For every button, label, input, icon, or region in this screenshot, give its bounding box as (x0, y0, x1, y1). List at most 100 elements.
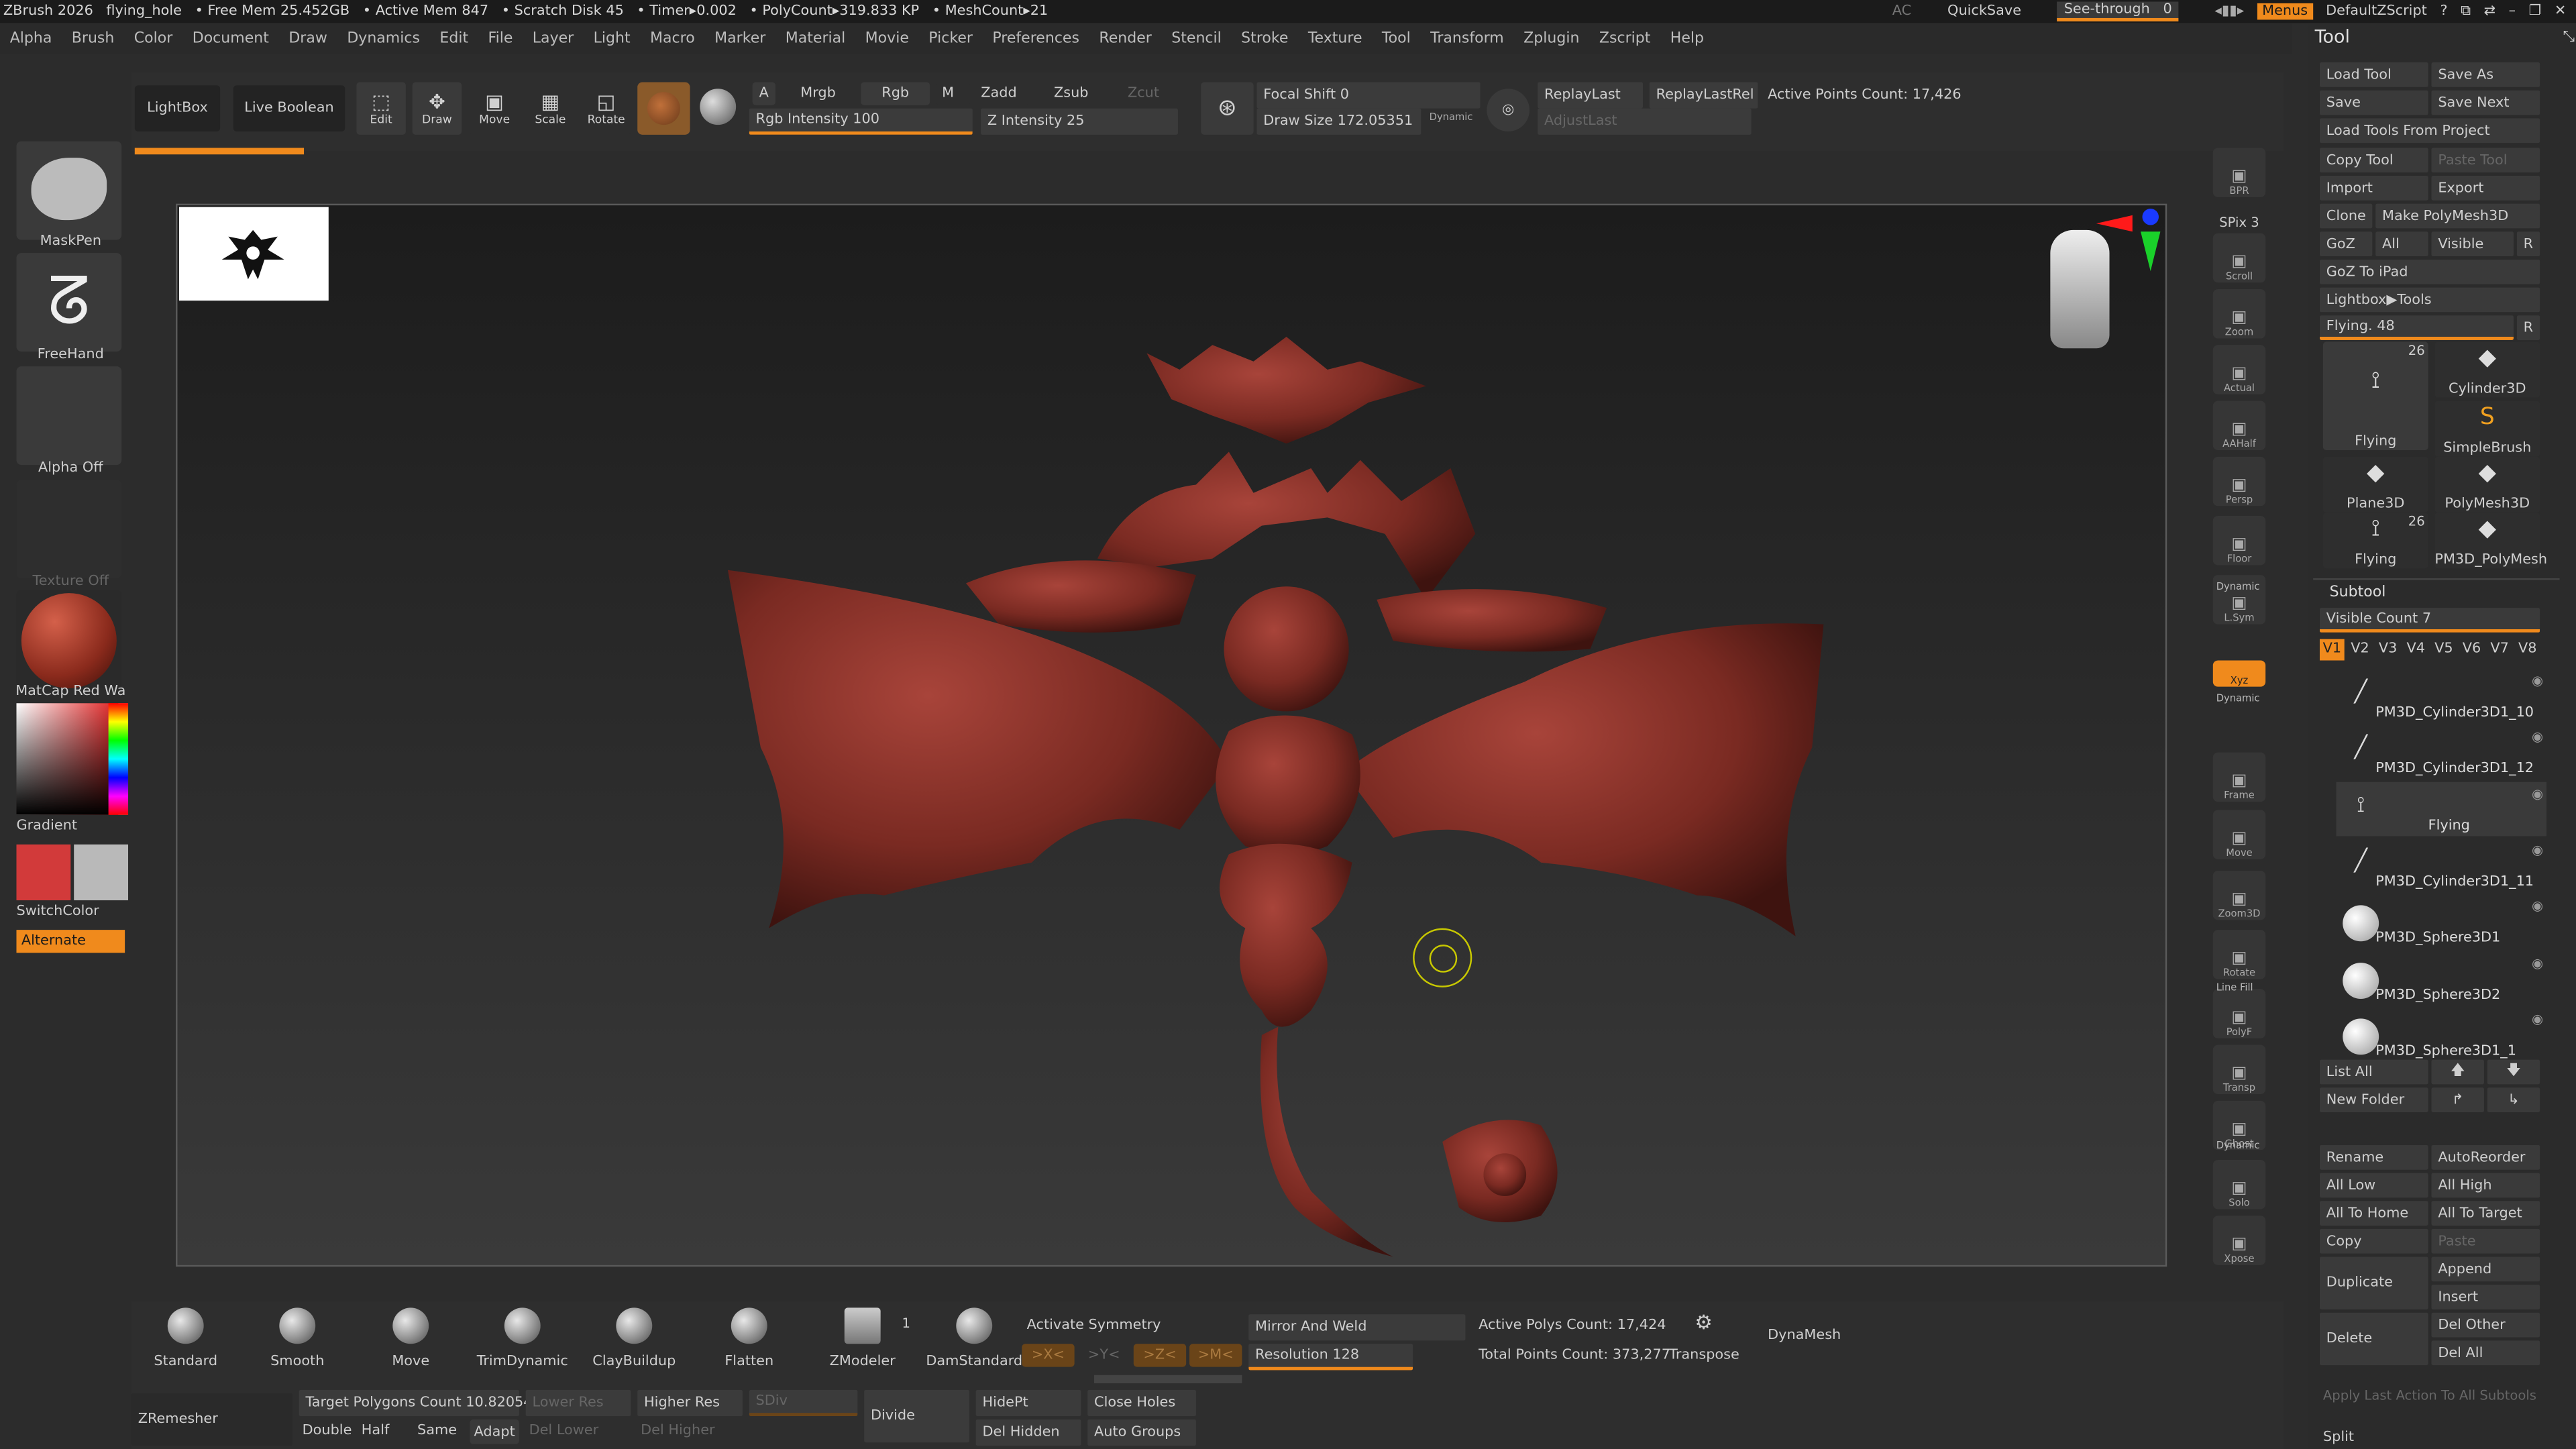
move-down-icon[interactable]: 🡇 (2487, 1059, 2540, 1085)
rename-button[interactable]: Rename (2319, 1144, 2428, 1170)
brush-trimdynamic-button[interactable]: TrimDynamic (472, 1307, 574, 1373)
texture-thumbnail[interactable] (16, 480, 122, 579)
rail-aahalf-button[interactable]: ▣ AAHalf (2212, 400, 2266, 451)
subtool-row[interactable]: ◉ PM3D_Sphere3D1 (2336, 894, 2546, 949)
sdiv-slider[interactable]: SDiv (749, 1389, 858, 1417)
rotate-button[interactable]: ◱ Rotate (581, 82, 631, 135)
brush-claybuildup-button[interactable]: ClayBuildup (583, 1307, 685, 1373)
brush-damstandard-button[interactable]: DamStandard (923, 1307, 1025, 1373)
rail-solo-button[interactable]: ▣ Solo (2212, 1159, 2266, 1210)
menu-item-brush[interactable]: Brush (62, 30, 124, 46)
all-to-home-button[interactable]: All To Home (2319, 1201, 2428, 1226)
view-v4-button[interactable]: V4 (2404, 639, 2428, 661)
subtool-row[interactable]: ◉ PM3D_Sphere3D2 (2336, 951, 2546, 1005)
divide-button[interactable]: Divide (864, 1389, 969, 1443)
same-toggle[interactable]: Same (417, 1423, 457, 1439)
view-v1-button[interactable]: V1 (2319, 639, 2345, 661)
apply-last-action-button[interactable]: Apply Last Action To All Subtools (2323, 1388, 2536, 1403)
focal-shift-slider[interactable]: Focal Shift 0 (1256, 82, 1481, 109)
lazymouse-icon[interactable]: ◎ (1487, 89, 1530, 131)
mirror-and-weld-button[interactable]: Mirror And Weld (1248, 1314, 1466, 1341)
switchcolor-button[interactable]: SwitchColor (16, 904, 128, 920)
subtool-row[interactable]: ╱ ◉ PM3D_Cylinder3D1_10 (2336, 669, 2546, 723)
brush-thumbnail[interactable] (16, 141, 122, 240)
rail-transp-button[interactable]: ▣ Transp (2212, 1044, 2266, 1095)
stroke-thumbnail[interactable]: ᘔ (16, 253, 122, 352)
zcut-toggle[interactable]: Zcut (1114, 82, 1173, 105)
rail-zoom-button[interactable]: ▣ Zoom (2212, 289, 2266, 339)
eye-icon[interactable]: ◉ (2532, 730, 2543, 745)
copy-subtool-button[interactable]: Copy (2319, 1228, 2428, 1254)
half-toggle[interactable]: Half (362, 1423, 390, 1439)
list-all-button[interactable]: List All (2319, 1059, 2428, 1085)
lightbox-button[interactable]: LightBox (134, 85, 221, 131)
hidept-button[interactable]: HidePt (975, 1389, 1081, 1417)
rail-actual-button[interactable]: ▣ Actual (2212, 345, 2266, 394)
save-as-button[interactable]: Save As (2431, 62, 2540, 87)
rail-xpose-button[interactable]: ▣ Xpose (2212, 1216, 2266, 1265)
m-toggle[interactable]: M (936, 82, 960, 105)
menu-item-material[interactable]: Material (775, 30, 855, 46)
menu-item-dynamics[interactable]: Dynamics (337, 30, 430, 46)
subtool-row[interactable]: ◉ PM3D_Sphere3D1_1 (2336, 1007, 2546, 1061)
menu-item-alpha[interactable]: Alpha (0, 30, 62, 46)
transpose-icon[interactable]: ⚙ (1679, 1311, 1728, 1334)
dynamic-toggle[interactable]: Dynamic (1430, 112, 1473, 123)
rail-polyf-button[interactable]: ▣ PolyF (2212, 989, 2266, 1038)
view-v7-button[interactable]: V7 (2487, 639, 2512, 661)
lower-res-button[interactable]: Lower Res (525, 1389, 631, 1417)
del-lower-button[interactable]: Del Lower (529, 1423, 599, 1439)
goz-all-button[interactable]: All (2375, 231, 2428, 257)
replay-last-button[interactable]: ReplayLast (1538, 82, 1643, 109)
quicksave-button[interactable]: QuickSave (1947, 3, 2021, 19)
rail-move-button[interactable]: ▣ Move (2212, 810, 2266, 859)
adjust-last-slider[interactable]: AdjustLast (1538, 108, 1752, 135)
duplicate-button[interactable]: Duplicate (2319, 1256, 2428, 1309)
close-holes-button[interactable]: Close Holes (1087, 1389, 1196, 1417)
material-swatch-icon[interactable] (637, 82, 690, 135)
rail-bpr-button[interactable]: ▣ BPR (2212, 148, 2266, 197)
zsub-toggle[interactable]: Zsub (1041, 82, 1101, 105)
view-v2-button[interactable]: V2 (2348, 639, 2373, 661)
palette-pin-icon[interactable]: ⤡ (2563, 30, 2575, 46)
edit-button[interactable]: ⬚ Edit (356, 82, 406, 135)
paste-tool-button[interactable]: Paste Tool (2431, 148, 2540, 173)
del-hidden-button[interactable]: Del Hidden (975, 1419, 1081, 1446)
alpha-thumbnail[interactable] (16, 366, 122, 466)
insert-button[interactable]: Insert (2431, 1285, 2540, 1309)
alternate-button[interactable]: Alternate (16, 930, 125, 953)
x-axis-arrow-icon[interactable] (2096, 215, 2133, 232)
view-v5-button[interactable]: V5 (2432, 639, 2457, 661)
goz-ipad-button[interactable]: GoZ To iPad (2319, 259, 2540, 284)
z-axis-icon[interactable] (2142, 209, 2159, 225)
del-other-button[interactable]: Del Other (2431, 1312, 2540, 1338)
split-section[interactable]: Split (2323, 1430, 2354, 1446)
eye-icon[interactable]: ◉ (2532, 843, 2543, 857)
zadd-toggle[interactable]: Zadd (969, 82, 1029, 105)
material-thumbnail[interactable] (16, 590, 122, 689)
view-v3-button[interactable]: V3 (2375, 639, 2400, 661)
tool-thumb-pm3d_polymesh[interactable]: ◆ PM3D_PolyMesh (2434, 513, 2547, 569)
menu-item-draw[interactable]: Draw (279, 30, 337, 46)
rgb-intensity-slider[interactable]: Rgb Intensity 100 (749, 108, 973, 135)
del-higher-button[interactable]: Del Higher (641, 1423, 714, 1439)
menu-item-file[interactable]: File (478, 30, 523, 46)
load-tool-button[interactable]: Load Tool (2319, 62, 2428, 87)
resolution-slider[interactable]: Resolution 128 (1248, 1344, 1413, 1371)
menu-item-layer[interactable]: Layer (523, 30, 584, 46)
live-boolean-button[interactable]: Live Boolean (233, 85, 345, 131)
brush-standard-button[interactable]: Standard (135, 1307, 237, 1373)
goz-r-button[interactable]: R (2516, 231, 2540, 257)
menu-item-color[interactable]: Color (124, 30, 182, 46)
del-all-button[interactable]: Del All (2431, 1340, 2540, 1366)
tool-thumb-simplebrush[interactable]: S SimpleBrush (2434, 400, 2540, 457)
menu-item-preferences[interactable]: Preferences (983, 30, 1089, 46)
append-button[interactable]: Append (2431, 1256, 2540, 1282)
secondary-color-swatch[interactable] (74, 844, 129, 901)
menu-item-texture[interactable]: Texture (1298, 30, 1372, 46)
eye-icon[interactable]: ◉ (2532, 955, 2543, 970)
all-low-button[interactable]: All Low (2319, 1173, 2428, 1198)
tool-thumb-cylinder3d[interactable]: ◆ Cylinder3D (2434, 341, 2540, 398)
menu-item-render[interactable]: Render (1089, 30, 1162, 46)
goz-visible-button[interactable]: Visible (2431, 231, 2514, 257)
